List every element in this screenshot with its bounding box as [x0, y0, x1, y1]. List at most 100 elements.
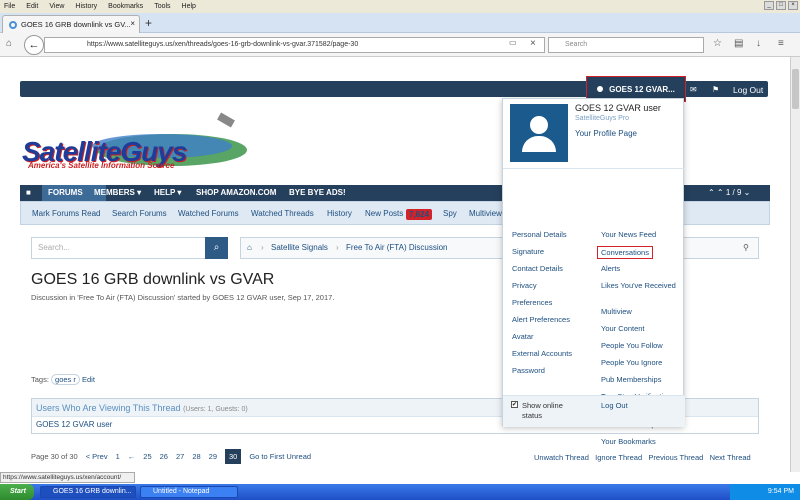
page-scrollbar[interactable]	[790, 57, 800, 472]
alerts-flag-icon[interactable]: ⚑	[712, 85, 719, 94]
inbox-icon[interactable]: ✉	[690, 85, 697, 94]
browser-tab[interactable]: GOES 16 GRB downlink vs GV... ×	[2, 15, 140, 33]
library-icon[interactable]: ▤	[734, 38, 743, 49]
taskbar-notepad[interactable]: Untitled - Notepad	[140, 486, 238, 498]
unwatch-thread-link[interactable]: Unwatch Thread	[534, 453, 589, 462]
your-content-link[interactable]: Your Content	[601, 324, 645, 333]
history-link[interactable]: History	[327, 209, 352, 218]
thread-actions: Unwatch Thread Ignore Thread Previous Th…	[534, 453, 751, 462]
tab-forums[interactable]: FORUMS	[48, 188, 83, 197]
previous-thread-link[interactable]: Previous Thread	[648, 453, 703, 462]
first-unread-link[interactable]: Go to First Unread	[249, 452, 311, 461]
dropdown-role: SatelliteGuys Pro	[575, 115, 630, 122]
conversations-link[interactable]: Conversations	[597, 246, 653, 259]
close-window-button[interactable]: ×	[788, 1, 798, 10]
avatar[interactable]	[510, 104, 568, 162]
page-link-1[interactable]: 1	[116, 452, 120, 461]
prev-page-link[interactable]: < Prev	[86, 452, 108, 461]
clear-url-icon[interactable]: ×	[530, 38, 536, 49]
close-tab-icon[interactable]: ×	[130, 19, 135, 28]
tags-label: Tags:	[31, 375, 49, 384]
menu-tools[interactable]: Tools	[154, 3, 170, 10]
taskbar-firefox[interactable]: GOES 16 GRB downlin...	[40, 486, 136, 498]
bookmark-star-icon[interactable]: ☆	[713, 38, 722, 49]
menu-bookmarks[interactable]: Bookmarks	[108, 3, 143, 10]
page-label: Page 30 of 30	[31, 452, 78, 461]
password-link[interactable]: Password	[512, 366, 545, 375]
forum-search-input[interactable]: Search...	[31, 237, 207, 259]
start-button[interactable]: Start	[0, 484, 34, 500]
page-link-29[interactable]: 29	[209, 452, 217, 461]
people-you-ignore-link[interactable]: People You Ignore	[601, 358, 662, 367]
breadcrumb-fta-discussion[interactable]: Free To Air (FTA) Discussion	[346, 238, 448, 258]
alert-preferences-link[interactable]: Alert Preferences	[512, 315, 570, 324]
dropdown-logout-link[interactable]: Log Out	[601, 401, 628, 410]
personal-details-link[interactable]: Personal Details	[512, 230, 567, 239]
back-button[interactable]: ←	[24, 35, 44, 55]
search-forums-link[interactable]: Search Forums	[112, 209, 167, 218]
watched-forums-link[interactable]: Watched Forums	[178, 209, 239, 218]
breadcrumb-home-icon[interactable]: ⌂	[247, 238, 252, 258]
url-bar[interactable]: https://www.satelliteguys.us/xen/threads…	[44, 37, 545, 53]
menu-view[interactable]: View	[49, 3, 64, 10]
show-online-checkbox[interactable]: ✔	[511, 401, 518, 408]
pub-memberships-link[interactable]: Pub Memberships	[601, 375, 661, 384]
tab-help[interactable]: HELP ▾	[154, 188, 181, 197]
new-posts-link[interactable]: New Posts	[365, 209, 403, 218]
maximize-button[interactable]: □	[776, 1, 786, 10]
page-skip-link[interactable]: ←	[128, 452, 136, 461]
menu-history[interactable]: History	[75, 3, 97, 10]
contact-details-link[interactable]: Contact Details	[512, 264, 563, 273]
account-dropdown: GOES 12 GVAR user SatelliteGuys Pro Your…	[502, 98, 685, 446]
alerts-link[interactable]: Alerts	[601, 264, 620, 273]
page-link-27[interactable]: 27	[176, 452, 184, 461]
nav-pager[interactable]: ⌃ ⌃ 1 / 9 ⌄	[708, 188, 750, 197]
signature-link[interactable]: Signature	[512, 247, 544, 256]
spy-link[interactable]: Spy	[443, 209, 457, 218]
url-text: https://www.satelliteguys.us/xen/threads…	[87, 41, 359, 48]
multiview-dropdown-link[interactable]: Multiview	[601, 307, 632, 316]
site-logo[interactable]: SatelliteGuys America's Satellite Inform…	[22, 112, 247, 172]
news-feed-link[interactable]: Your News Feed	[601, 230, 656, 239]
sitemap-icon[interactable]: ⚲	[743, 238, 749, 258]
minimize-button[interactable]: _	[764, 1, 774, 10]
download-icon[interactable]: ↓	[756, 38, 761, 49]
search-icon[interactable]: ⌕	[205, 237, 228, 259]
home-icon[interactable]: ⌂	[6, 38, 12, 49]
mark-forums-read-link[interactable]: Mark Forums Read	[32, 209, 100, 218]
tab-members[interactable]: MEMBERS ▾	[94, 188, 141, 197]
hamburger-menu-icon[interactable]: ≡	[778, 38, 784, 49]
your-bookmarks-link[interactable]: Your Bookmarks	[601, 437, 656, 446]
privacy-link[interactable]: Privacy	[512, 281, 537, 290]
menu-edit[interactable]: Edit	[26, 3, 38, 10]
watched-threads-link[interactable]: Watched Threads	[251, 209, 314, 218]
external-accounts-link[interactable]: External Accounts	[512, 349, 572, 358]
nav-bookmark-icon[interactable]: ■	[26, 188, 31, 197]
profile-page-link[interactable]: Your Profile Page	[575, 129, 637, 138]
page-link-26[interactable]: 26	[160, 452, 168, 461]
tab-shop-amazon[interactable]: SHOP AMAZON.COM	[196, 188, 276, 197]
scrollbar-thumb[interactable]	[792, 69, 799, 109]
preferences-link[interactable]: Preferences	[512, 298, 552, 307]
page-link-28[interactable]: 28	[192, 452, 200, 461]
show-online-label: Show online status	[522, 401, 563, 420]
likes-received-link[interactable]: Likes You've Received	[601, 281, 681, 291]
page-link-25[interactable]: 25	[143, 452, 151, 461]
tag-goes-r[interactable]: goes r	[51, 374, 80, 385]
logout-link[interactable]: Log Out	[733, 85, 763, 95]
menu-file[interactable]: File	[4, 3, 15, 10]
people-you-follow-link[interactable]: People You Follow	[601, 341, 663, 350]
multiview-link[interactable]: Multiview	[469, 209, 502, 218]
avatar-link[interactable]: Avatar	[512, 332, 534, 341]
next-thread-link[interactable]: Next Thread	[710, 453, 751, 462]
browser-search-input[interactable]: Search	[548, 37, 704, 53]
avatar-head-shape	[530, 116, 548, 134]
ignore-thread-link[interactable]: Ignore Thread	[595, 453, 642, 462]
tab-bye-bye-ads[interactable]: BYE BYE ADS!	[289, 188, 346, 197]
new-tab-button[interactable]: +	[145, 16, 152, 30]
tag-edit-link[interactable]: Edit	[82, 375, 95, 384]
thread-meta: Discussion in 'Free To Air (FTA) Discuss…	[31, 293, 335, 302]
breadcrumb-satellite-signals[interactable]: Satellite Signals	[271, 238, 328, 258]
menu-help[interactable]: Help	[182, 3, 196, 10]
reader-view-icon[interactable]: ▭	[509, 38, 517, 47]
